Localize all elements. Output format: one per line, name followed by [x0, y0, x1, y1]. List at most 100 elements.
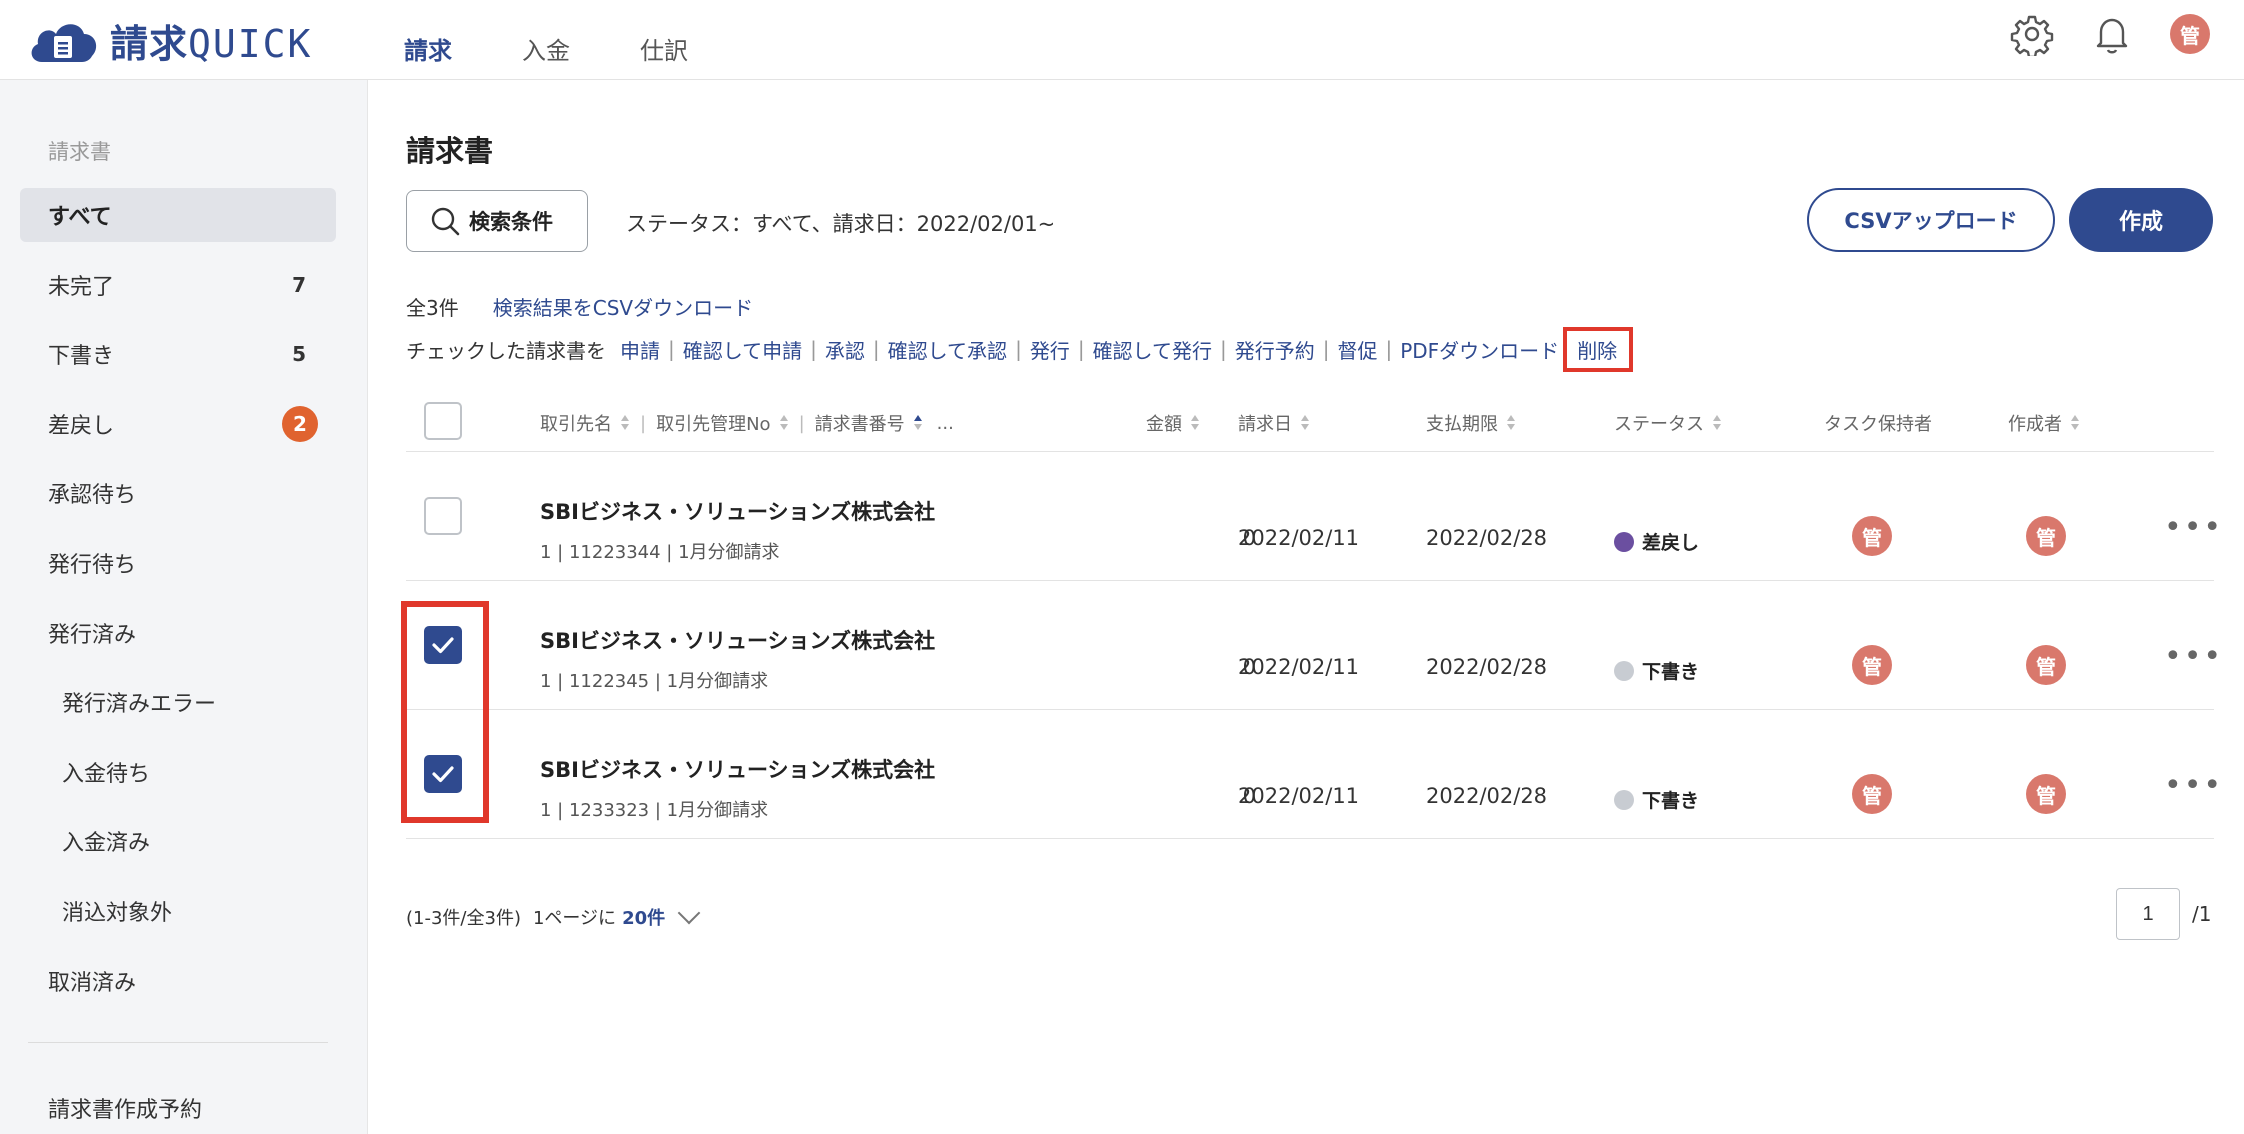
bulk-confirm-issue-link[interactable]: 確認して発行	[1093, 335, 1212, 364]
bulk-apply-link[interactable]: 申請	[620, 335, 660, 364]
bulk-actions: チェックした請求書を 申請 | 確認して申請 | 承認 | 確認して承認 | 発行 | 確…	[406, 326, 1634, 372]
sort-icon[interactable]	[2070, 415, 2080, 431]
sidebar-item-scheduled-creation[interactable]: 請求書作成予約	[48, 1092, 202, 1124]
sidebar-item-awaiting-approval[interactable]: 承認待ち	[20, 466, 336, 520]
bulk-delete-link[interactable]: 削除	[1577, 339, 1617, 363]
sidebar-item-cancelled[interactable]: 取消済み	[20, 954, 336, 1008]
table-row[interactable]: SBIビジネス・ソリューションズ株式会社 1 | 11223344 | 1月分御…	[406, 452, 2221, 581]
search-icon	[431, 207, 460, 236]
row-invoice-date: 2022/02/11	[1238, 784, 1360, 808]
result-summary: 全3件 検索結果をCSVダウンロード	[406, 292, 753, 321]
table-row[interactable]: SBIビジネス・ソリューションズ株式会社 1 | 1122345 | 1月分御請…	[406, 581, 2221, 710]
row-checkbox-checked[interactable]	[424, 755, 462, 793]
bulk-remind-link[interactable]: 督促	[1337, 335, 1377, 364]
tab-invoice[interactable]: 請求	[404, 0, 452, 80]
row-company[interactable]: SBIビジネス・ソリューションズ株式会社	[540, 625, 935, 655]
task-owner-avatar: 管	[1852, 645, 1892, 685]
page-number-input[interactable]	[2116, 888, 2180, 940]
bulk-confirm-approve-link[interactable]: 確認して承認	[888, 335, 1007, 364]
pagination-range: (1-3件/全3件)	[406, 908, 521, 929]
app-logo[interactable]: 請求QUICK	[26, 12, 312, 68]
header-invoice-no[interactable]: 請求書番号	[815, 410, 905, 436]
sidebar-item-draft[interactable]: 下書き 5	[20, 327, 336, 381]
row-company[interactable]: SBIビジネス・ソリューションズ株式会社	[540, 496, 935, 526]
bulk-approve-link[interactable]: 承認	[825, 335, 865, 364]
sidebar-item-all[interactable]: すべて	[20, 188, 336, 242]
sort-icon[interactable]	[1300, 415, 1310, 431]
sidebar-section-label: 請求書	[48, 140, 111, 164]
creator-avatar: 管	[2026, 516, 2066, 556]
header-amount[interactable]: 金額	[1146, 410, 1182, 436]
header-invoice-date[interactable]: 請求日	[1238, 410, 1292, 436]
header-status-cell: ステータス	[1614, 410, 1722, 436]
bulk-actions-label: チェックした請求書を	[406, 338, 606, 363]
row-company[interactable]: SBIビジネス・ソリューションズ株式会社	[540, 754, 935, 784]
search-conditions-button[interactable]: 検索条件	[406, 190, 588, 252]
row-checkbox[interactable]	[424, 497, 462, 535]
bulk-issue-link[interactable]: 発行	[1030, 335, 1070, 364]
header-status[interactable]: ステータス	[1614, 410, 1704, 436]
header-due-date[interactable]: 支払期限	[1426, 410, 1498, 436]
user-avatar[interactable]: 管	[2170, 14, 2210, 54]
table-row[interactable]: SBIビジネス・ソリューションズ株式会社 1 | 1233323 | 1月分御請…	[406, 710, 2221, 839]
header-partner-no[interactable]: 取引先管理No	[656, 410, 770, 436]
sidebar-item-awaiting-issue[interactable]: 発行待ち	[20, 536, 336, 590]
page-total: /1	[2192, 902, 2212, 926]
header-partner[interactable]: 取引先名	[540, 410, 612, 436]
bulk-pdf-download-link[interactable]: PDFダウンロード	[1400, 335, 1559, 364]
sidebar-item-issued[interactable]: 発行済み	[20, 606, 336, 660]
sort-icon[interactable]	[779, 415, 789, 431]
header-partner-group: 取引先名 | 取引先管理No | 請求書番号 ...	[540, 410, 954, 436]
sort-icon[interactable]	[1190, 415, 1200, 431]
csv-upload-button[interactable]: CSVアップロード	[1807, 188, 2055, 252]
tab-payment[interactable]: 入金	[522, 0, 570, 80]
status-badge: 差戻し	[1614, 528, 1699, 555]
task-owner-avatar: 管	[1852, 516, 1892, 556]
sidebar-item-incomplete[interactable]: 未完了 7	[20, 258, 336, 312]
sidebar-item-paid[interactable]: 入金済み	[20, 814, 336, 868]
header-creator-cell: 作成者	[2008, 410, 2080, 436]
sidebar: 請求書 すべて 未完了 7 下書き 5 差戻し 2 承認待ち 発行待ち 発行済み 発行…	[0, 80, 368, 1134]
status-dot-icon	[1614, 531, 1634, 552]
tab-journal[interactable]: 仕訳	[640, 0, 688, 80]
csv-download-link[interactable]: 検索結果をCSVダウンロード	[493, 292, 753, 321]
more-options-icon[interactable]: •••	[2164, 768, 2223, 803]
header-actions: 管	[2010, 12, 2210, 56]
per-page-select[interactable]: 20件	[622, 904, 665, 930]
sidebar-list: すべて 未完了 7 下書き 5 差戻し 2 承認待ち 発行待ち 発行済み 発行済みエラ…	[20, 188, 336, 1023]
checkmark-icon	[432, 637, 454, 654]
total-count: 全3件	[406, 296, 459, 320]
creator-avatar: 管	[2026, 645, 2066, 685]
app-header: 請求QUICK 請求 入金 仕訳 管	[0, 0, 2244, 80]
status-badge: 下書き	[1614, 657, 1699, 684]
row-checkbox-checked[interactable]	[424, 626, 462, 664]
cloud-document-icon	[31, 24, 97, 62]
gear-icon[interactable]	[2010, 12, 2054, 56]
bulk-confirm-apply-link[interactable]: 確認して申請	[683, 335, 802, 364]
checkmark-icon	[432, 766, 454, 783]
sort-icon[interactable]	[1506, 415, 1516, 431]
header-more[interactable]: ...	[937, 413, 954, 434]
row-invoice-date: 2022/02/11	[1238, 526, 1360, 550]
pagination-summary: (1-3件/全3件) 1ページに 20件	[406, 901, 701, 930]
bulk-schedule-issue-link[interactable]: 発行予約	[1235, 335, 1315, 364]
sort-icon[interactable]	[1712, 415, 1722, 431]
select-all-checkbox[interactable]	[424, 402, 462, 440]
bell-icon[interactable]	[2090, 12, 2134, 56]
more-options-icon[interactable]: •••	[2164, 639, 2223, 674]
create-button[interactable]: 作成	[2069, 188, 2213, 252]
per-page-label: 1ページに	[532, 908, 617, 929]
sort-icon[interactable]	[620, 415, 630, 431]
more-options-icon[interactable]: •••	[2164, 510, 2223, 545]
header-creator[interactable]: 作成者	[2008, 410, 2062, 436]
header-amount-cell: 金額	[1146, 410, 1200, 436]
sidebar-item-returned[interactable]: 差戻し 2	[20, 397, 336, 451]
row-meta: 1 | 1233323 | 1月分御請求	[540, 800, 769, 821]
sort-asc-icon[interactable]	[913, 415, 923, 431]
header-task-owner: タスク保持者	[1824, 414, 1932, 435]
sidebar-item-excluded[interactable]: 消込対象外	[20, 884, 336, 938]
chevron-down-icon[interactable]	[677, 901, 701, 925]
sidebar-item-issued-error[interactable]: 発行済みエラー	[20, 675, 336, 729]
sidebar-item-awaiting-payment[interactable]: 入金待ち	[20, 745, 336, 799]
top-nav: 請求 入金 仕訳	[404, 0, 758, 80]
